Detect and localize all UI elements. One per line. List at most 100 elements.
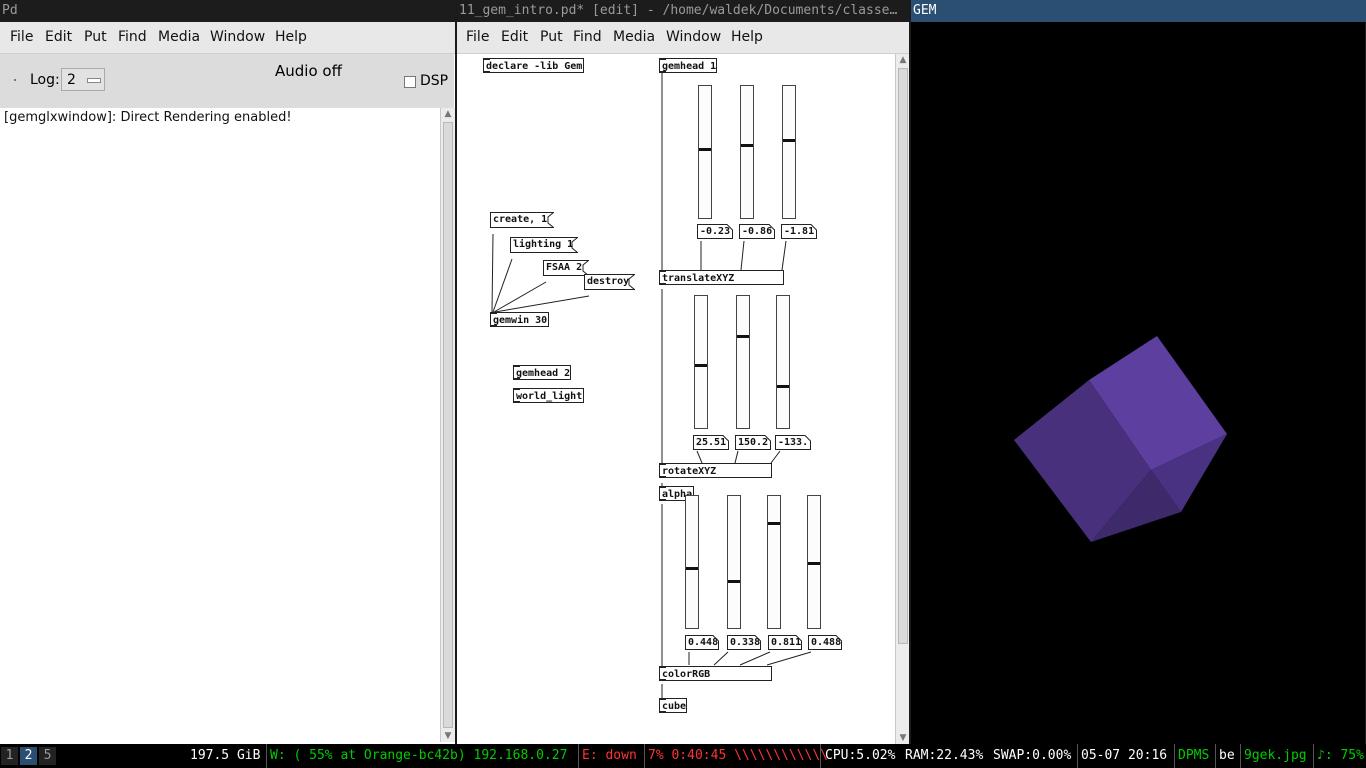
lighting-message[interactable]: lighting 1: [510, 237, 578, 253]
slider-knob[interactable]: [737, 335, 749, 338]
keyboard-layout: be: [1219, 748, 1235, 763]
swap-status: SWAP:0.00%: [993, 748, 1072, 763]
audio-status: Audio off: [275, 62, 342, 80]
color-r-number[interactable]: 0.448: [685, 635, 719, 650]
pd-menu-help[interactable]: Help: [275, 29, 307, 45]
dsp-checkbox[interactable]: [404, 76, 416, 88]
patch-menu-edit[interactable]: Edit: [501, 29, 528, 45]
color-r-slider[interactable]: [685, 495, 699, 629]
pd-main-window: Pd File Edit Put Find Media Window Help …: [0, 0, 455, 744]
declare-object[interactable]: declare -lib Gem: [483, 58, 584, 73]
slider-knob[interactable]: [699, 148, 711, 151]
patch-menubar: File Edit Put Find Media Window Help: [457, 22, 909, 54]
patch-menu-media[interactable]: Media: [613, 29, 655, 45]
rotate-x-slider[interactable]: [694, 295, 708, 429]
patch-canvas[interactable]: declare -lib Gem gemhead 1 -0.23 -0.86 -…: [457, 54, 909, 744]
separator: [644, 744, 645, 768]
cube-object[interactable]: cube: [659, 698, 687, 713]
translate-y-number[interactable]: -0.86: [739, 224, 775, 239]
destroy-message[interactable]: destroy: [584, 274, 635, 290]
patch-title-bar[interactable]: 11_gem_intro.pd* [edit] - /home/waldek/D…: [457, 0, 909, 22]
slider-knob[interactable]: [728, 580, 740, 583]
pd-menu-window[interactable]: Window: [210, 29, 265, 45]
pd-menu-put[interactable]: Put: [84, 29, 107, 45]
separator: [1215, 744, 1216, 768]
pd-menubar: File Edit Put Find Media Window Help: [0, 22, 455, 54]
rotate-z-slider[interactable]: [776, 295, 790, 429]
rotate-x-number[interactable]: 25.51: [693, 435, 729, 450]
gemwin-object[interactable]: gemwin 30: [490, 312, 549, 327]
colorrgb-object[interactable]: colorRGB: [659, 666, 772, 681]
scroll-up-icon[interactable]: ▲: [441, 108, 455, 120]
translate-z-slider[interactable]: [782, 85, 796, 219]
slider-knob[interactable]: [768, 522, 780, 525]
fsaa-message[interactable]: FSAA 2: [543, 260, 589, 276]
pd-menu-find[interactable]: Find: [118, 29, 147, 45]
translate-x-slider[interactable]: [698, 85, 712, 219]
ethernet-status: E: down: [582, 748, 637, 763]
console-scrollbar[interactable]: ▲ ▼: [440, 108, 455, 742]
patch-window: 11_gem_intro.pd* [edit] - /home/waldek/D…: [457, 0, 909, 744]
workspace-2-button[interactable]: 2: [20, 747, 37, 765]
patch-menu-find[interactable]: Find: [573, 29, 602, 45]
gem-title-bar[interactable]: GEM: [911, 0, 1366, 22]
patch-menu-put[interactable]: Put: [540, 29, 563, 45]
datetime-status: 05-07 20:16: [1081, 748, 1168, 763]
color-g-slider[interactable]: [727, 495, 741, 629]
patch-menu-file[interactable]: File: [466, 29, 489, 45]
disk-status: 197.5 GiB: [190, 748, 261, 763]
console-scroll-thumb[interactable]: [443, 122, 453, 728]
scroll-up-icon[interactable]: ▲: [896, 54, 909, 66]
slider-knob[interactable]: [783, 139, 795, 142]
gem-window: GEM: [911, 0, 1366, 744]
slider-knob[interactable]: [695, 364, 707, 367]
slider-knob[interactable]: [777, 385, 789, 388]
pd-menu-media[interactable]: Media: [158, 29, 200, 45]
cpu-status: CPU:5.02%: [825, 748, 896, 763]
volume-status: ♪: 75%: [1317, 748, 1364, 763]
slider-knob[interactable]: [808, 562, 820, 565]
color-alpha-slider[interactable]: [807, 495, 821, 629]
pd-menu-file[interactable]: File: [10, 29, 33, 45]
pd-window-title: Pd: [2, 3, 18, 18]
ram-status: RAM:22.43%: [905, 748, 984, 763]
log-label: Log:: [30, 72, 60, 88]
workspace-1-button[interactable]: 1: [1, 747, 18, 765]
gemhead-1-object[interactable]: gemhead 1: [659, 58, 717, 73]
patch-scroll-thumb[interactable]: [898, 68, 908, 644]
rotatexyz-object[interactable]: rotateXYZ: [659, 463, 772, 478]
pd-menu-edit[interactable]: Edit: [45, 29, 72, 45]
color-g-number[interactable]: 0.338: [727, 635, 761, 650]
translate-y-slider[interactable]: [740, 85, 754, 219]
slider-knob[interactable]: [741, 144, 753, 147]
color-alpha-number[interactable]: 0.488: [808, 635, 842, 650]
patch-scrollbar[interactable]: ▲ ▼: [895, 54, 909, 744]
translate-x-number[interactable]: -0.23: [697, 224, 733, 239]
separator: [820, 744, 821, 768]
translate-z-number[interactable]: -1.81: [781, 224, 817, 239]
gem-render-view[interactable]: [911, 22, 1365, 744]
console-line: [gemglxwindow]: Direct Rendering enabled…: [4, 110, 292, 125]
gem-window-title: GEM: [913, 3, 937, 18]
scroll-down-icon[interactable]: ▼: [441, 730, 455, 742]
gemhead-2-object[interactable]: gemhead 2: [513, 365, 571, 380]
separator: [1240, 744, 1241, 768]
slider-knob[interactable]: [686, 567, 698, 570]
world-light-object[interactable]: world_light: [513, 388, 584, 403]
log-level-select[interactable]: 2: [61, 68, 105, 91]
patch-menu-help[interactable]: Help: [731, 29, 763, 45]
color-b-slider[interactable]: [767, 495, 781, 629]
rotate-y-number[interactable]: 150.2: [735, 435, 771, 450]
translatexyz-object[interactable]: translateXYZ: [659, 270, 784, 285]
rotate-y-slider[interactable]: [736, 295, 750, 429]
pd-title-bar[interactable]: Pd: [0, 0, 455, 22]
log-dot-icon: [14, 79, 16, 81]
dropdown-indicator-icon: [87, 78, 101, 83]
rotate-z-number[interactable]: -133.: [775, 435, 811, 450]
scroll-down-icon[interactable]: ▼: [896, 732, 909, 744]
workspace-5-button[interactable]: 5: [39, 747, 56, 765]
color-b-number[interactable]: 0.811: [768, 635, 802, 650]
create-message[interactable]: create, 1: [490, 212, 554, 228]
wallpaper-status: 9gek.jpg: [1244, 748, 1307, 763]
patch-menu-window[interactable]: Window: [666, 29, 721, 45]
